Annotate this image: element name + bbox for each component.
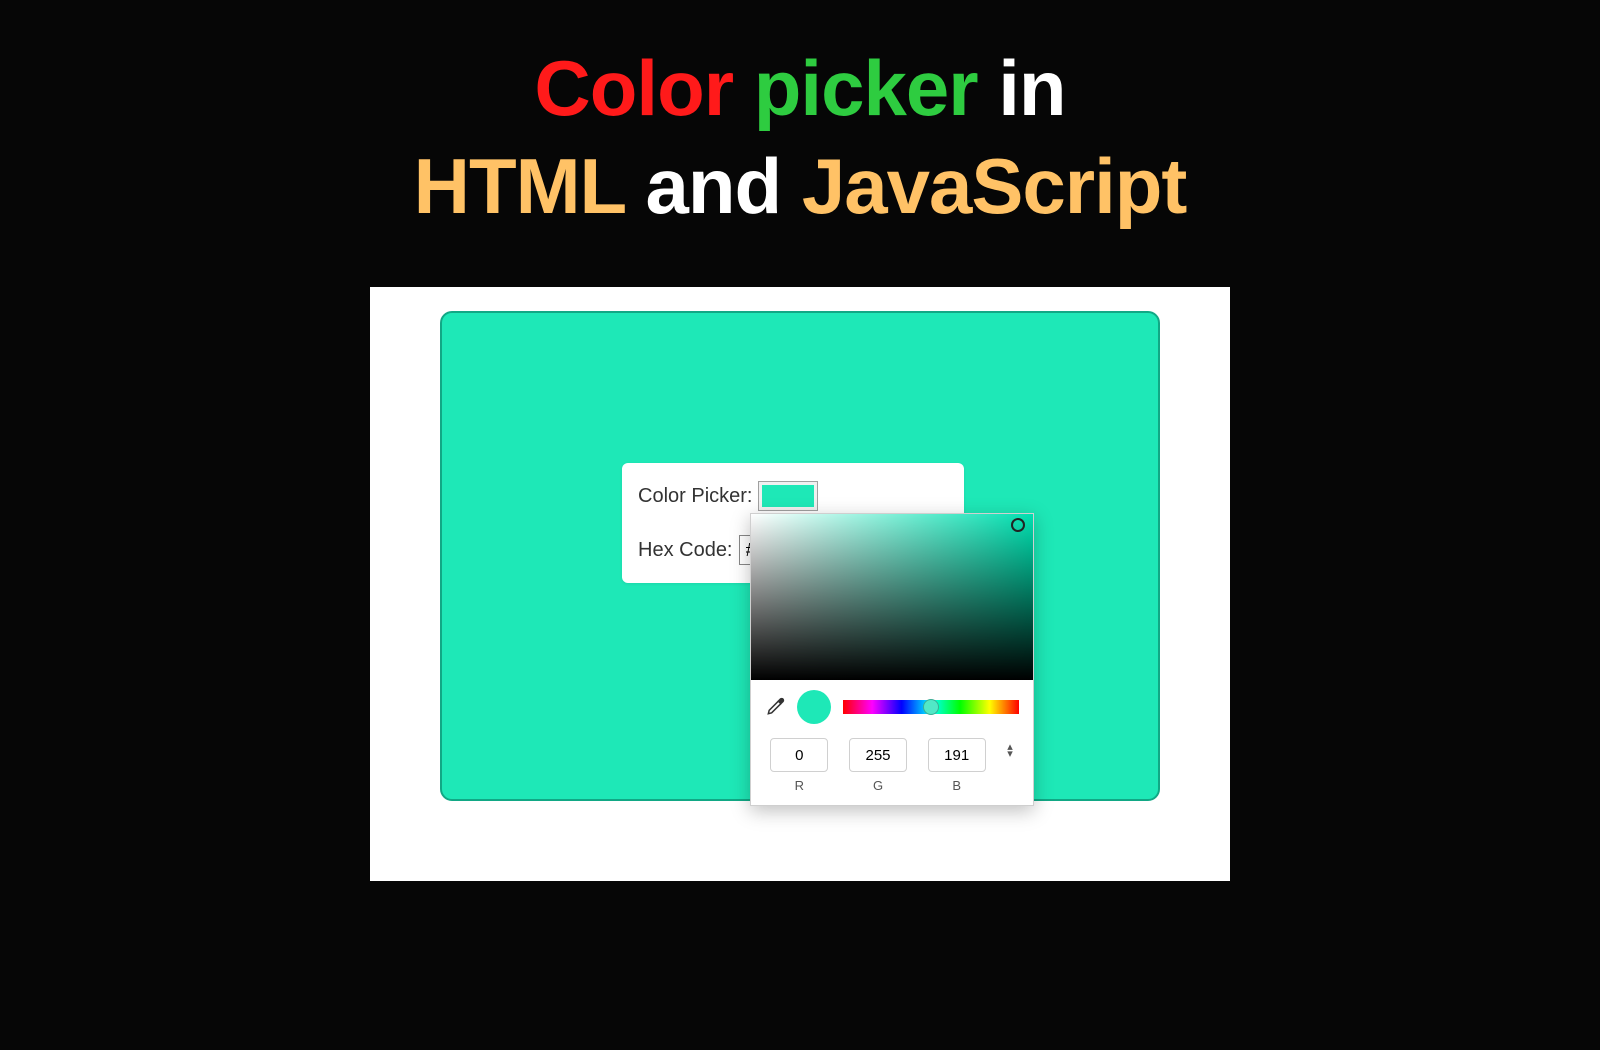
title-word-color: Color — [534, 44, 733, 132]
color-picker-row: Color Picker: — [638, 481, 948, 511]
eyedropper-icon[interactable] — [765, 697, 785, 717]
color-picker-popup: R G B ▴ ▾ — [750, 513, 1034, 806]
title-word-html: HTML — [414, 142, 625, 230]
color-picker-input[interactable] — [758, 481, 818, 511]
rgb-g-box: G — [844, 738, 913, 793]
rgb-r-input[interactable] — [770, 738, 828, 772]
color-mode-toggle[interactable]: ▴ ▾ — [1001, 744, 1019, 758]
rgb-inputs-row: R G B ▴ ▾ — [765, 738, 1019, 793]
rgb-b-label: B — [952, 778, 961, 793]
title-word-javascript: JavaScript — [802, 142, 1187, 230]
sv-cursor[interactable] — [1011, 518, 1025, 532]
chevron-down-icon: ▾ — [1007, 751, 1013, 758]
title-word-picker: picker — [754, 44, 978, 132]
app-frame: Color Picker: Hex Code: — [370, 287, 1230, 881]
rgb-r-box: R — [765, 738, 834, 793]
hex-code-label: Hex Code: — [638, 539, 733, 562]
rgb-b-box: B — [922, 738, 991, 793]
title-word-in: in — [998, 44, 1065, 132]
hue-slider[interactable] — [843, 700, 1019, 714]
page-title: Color picker in HTML and JavaScript — [0, 0, 1600, 235]
rgb-g-input[interactable] — [849, 738, 907, 772]
hue-slider-thumb[interactable] — [923, 699, 939, 715]
color-swatch-preview — [762, 485, 814, 507]
picker-control-row — [765, 690, 1019, 724]
picker-controls: R G B ▴ ▾ — [751, 680, 1033, 805]
saturation-value-area[interactable] — [751, 514, 1033, 680]
title-word-and: and — [645, 142, 781, 230]
rgb-g-label: G — [873, 778, 883, 793]
color-picker-label: Color Picker: — [638, 485, 752, 508]
rgb-r-label: R — [795, 778, 804, 793]
color-display-panel: Color Picker: Hex Code: — [440, 311, 1160, 801]
current-color-swatch — [797, 690, 831, 724]
rgb-b-input[interactable] — [928, 738, 986, 772]
